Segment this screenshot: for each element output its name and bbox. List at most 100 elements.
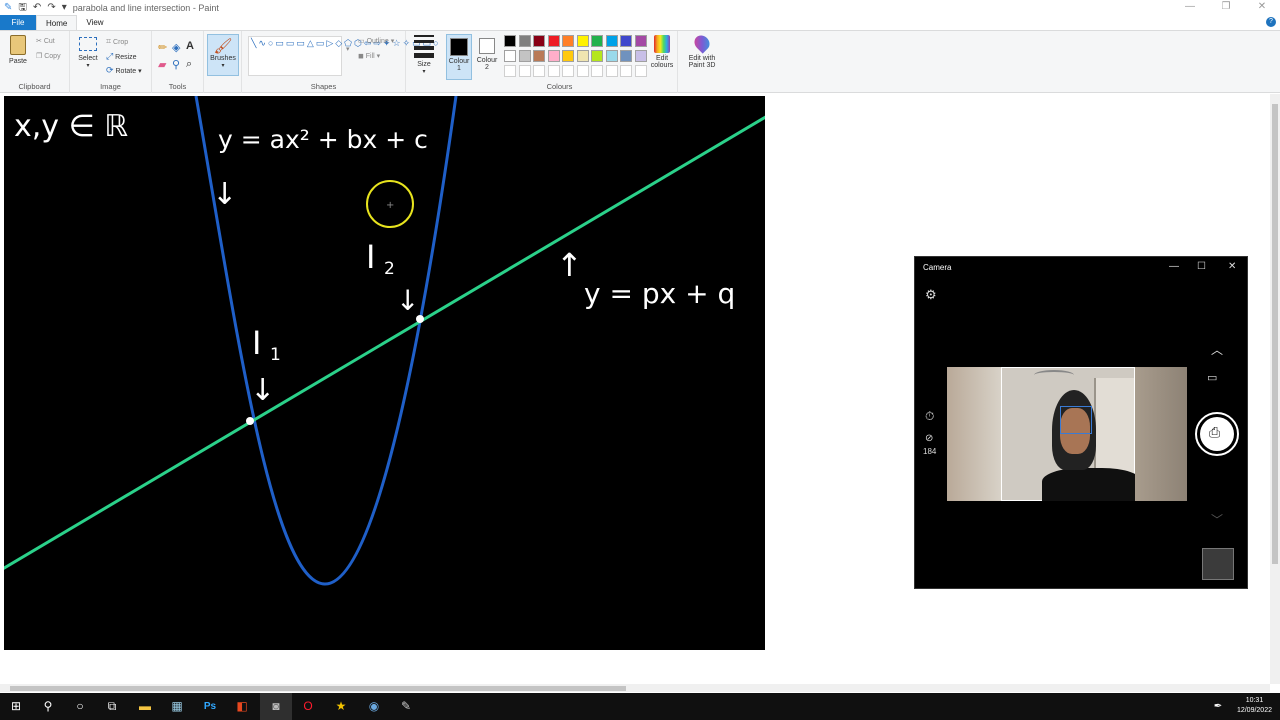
- save-icon[interactable]: 🖫: [18, 0, 27, 16]
- magnifier-icon[interactable]: ⌕: [186, 58, 192, 71]
- undo-icon[interactable]: ↶: [33, 0, 41, 16]
- colour-swatch[interactable]: [605, 35, 618, 47]
- tab-view[interactable]: View: [77, 15, 112, 30]
- timer-icon[interactable]: ⏱: [925, 409, 934, 424]
- label-i1-subscript: 1: [270, 345, 281, 365]
- colour-swatch[interactable]: [562, 50, 574, 62]
- minimize-button[interactable]: —: [1172, 0, 1208, 16]
- copy-button[interactable]: ❐ Copy: [36, 52, 61, 60]
- vertical-scroll-thumb[interactable]: [1272, 104, 1278, 564]
- paste-button[interactable]: Paste: [6, 35, 30, 65]
- edit-with-paint3d-button[interactable]: Edit with Paint 3D: [682, 32, 722, 69]
- preview-right-wall: [1135, 367, 1187, 501]
- tab-home[interactable]: Home: [36, 15, 78, 30]
- opera-icon[interactable]: O: [292, 693, 324, 720]
- colour-swatch[interactable]: [504, 50, 516, 62]
- shapes-gallery[interactable]: ╲∿○▭▭▭△▭▷◇⬠⬡⇦⇨✦☆✧▭▭○: [248, 36, 439, 76]
- colour-swatch[interactable]: [620, 50, 632, 62]
- parabola-curve: [194, 96, 458, 586]
- colour-swatch[interactable]: [591, 50, 603, 62]
- chevron-up-icon[interactable]: ︿: [1211, 341, 1223, 358]
- colour-swatch[interactable]: [504, 35, 516, 47]
- cursor-crosshair: +: [386, 200, 394, 211]
- camera-maximize-button[interactable]: ☐: [1197, 261, 1206, 272]
- crop-button[interactable]: ⌗ Crop: [106, 36, 128, 47]
- paint-taskbar-icon[interactable]: ✎: [390, 693, 422, 720]
- camera-close-button[interactable]: ✕: [1228, 261, 1236, 272]
- custom-colour-slot[interactable]: [576, 65, 589, 77]
- take-photo-button[interactable]: ⎙: [1195, 412, 1239, 456]
- maximize-button[interactable]: ❐: [1208, 0, 1244, 16]
- colour1-button[interactable]: Colour 1: [446, 34, 472, 80]
- custom-colour-slot[interactable]: [518, 65, 531, 77]
- colour-swatch[interactable]: [591, 35, 603, 47]
- bookmark-star-icon[interactable]: ★: [325, 693, 357, 720]
- custom-colour-slot[interactable]: [605, 65, 618, 77]
- fill-button[interactable]: ◼ Fill ▾: [358, 52, 380, 60]
- camera-app-icon[interactable]: ◙: [260, 693, 292, 720]
- colour-swatch[interactable]: [547, 35, 560, 47]
- brushes-button[interactable]: 🖌 Brushes ▾: [207, 34, 239, 76]
- colour-swatch[interactable]: [576, 50, 589, 62]
- text-tool-icon[interactable]: A: [186, 40, 194, 52]
- select-button[interactable]: Select ▾: [74, 37, 102, 69]
- colour-swatch[interactable]: [620, 35, 632, 47]
- custom-colour-slot[interactable]: [634, 65, 647, 77]
- tab-file[interactable]: File: [0, 15, 36, 30]
- colour2-button[interactable]: Colour 2: [474, 34, 500, 80]
- task-view-icon[interactable]: ⧉: [96, 693, 128, 720]
- custom-colour-slot[interactable]: [620, 65, 632, 77]
- last-photo-thumbnail[interactable]: [1202, 548, 1234, 580]
- colour-swatch[interactable]: [533, 35, 545, 47]
- colour-swatch[interactable]: [576, 35, 589, 47]
- outline-icon: ▭: [358, 38, 365, 45]
- colour-swatch[interactable]: [533, 50, 545, 62]
- rotate-button[interactable]: ⟳ Rotate ▾: [106, 65, 142, 76]
- chevron-down-icon[interactable]: ﹀: [1211, 511, 1223, 528]
- windows-start-icon[interactable]: ⊞: [0, 693, 32, 720]
- shapes-scroll[interactable]: ▾: [346, 45, 350, 53]
- media-player-icon[interactable]: ◉: [358, 693, 390, 720]
- colour-swatch[interactable]: [518, 50, 531, 62]
- colour-swatch[interactable]: [634, 35, 647, 47]
- size-button[interactable]: Size ▾: [410, 35, 438, 75]
- video-mode-icon[interactable]: ▭: [1207, 371, 1217, 384]
- fill-bucket-icon[interactable]: ◈: [172, 41, 180, 54]
- close-button[interactable]: ✕: [1244, 0, 1280, 16]
- eraser-icon[interactable]: ▰: [158, 58, 166, 71]
- gear-icon[interactable]: ⚙: [925, 287, 937, 303]
- camera-minimize-button[interactable]: —: [1169, 261, 1179, 272]
- office-icon[interactable]: ◧: [226, 693, 258, 720]
- colour-swatch[interactable]: [547, 50, 560, 62]
- pencil-icon[interactable]: ✏: [158, 41, 167, 54]
- outline-button[interactable]: ▭ Outline ▾: [358, 37, 394, 45]
- color-picker-icon[interactable]: ⚲: [172, 58, 180, 71]
- photoshop-icon[interactable]: Ps: [194, 693, 226, 720]
- line-arrow: ↑: [556, 246, 583, 284]
- custom-colour-slot[interactable]: [591, 65, 603, 77]
- cut-button[interactable]: ✂ Cut: [36, 37, 55, 45]
- edit-colours-button[interactable]: Edit colours: [648, 35, 676, 69]
- pen-workspace-icon[interactable]: ✒: [1206, 693, 1230, 720]
- custom-colour-slot[interactable]: [533, 65, 545, 77]
- system-clock[interactable]: 10:31 12/09/2022: [1237, 696, 1272, 716]
- customize-toolbar-icon[interactable]: ▾: [62, 0, 67, 16]
- colour-swatch[interactable]: [562, 35, 574, 47]
- colour-swatch[interactable]: [634, 50, 647, 62]
- horizontal-scroll-thumb[interactable]: [10, 686, 626, 691]
- horizontal-scrollbar[interactable]: [0, 684, 1270, 692]
- custom-colour-slot[interactable]: [547, 65, 560, 77]
- calculator-icon[interactable]: ▦: [161, 693, 193, 720]
- help-icon[interactable]: ?: [1266, 17, 1276, 27]
- custom-colour-slot[interactable]: [504, 65, 516, 77]
- custom-colour-slot[interactable]: [562, 65, 574, 77]
- drawing-canvas[interactable]: + x,y ∈ ℝ y = ax² + bx + c ↓ I 2 ↓ I 1 ↓…: [4, 96, 765, 650]
- resize-button[interactable]: ⤢ Resize: [106, 51, 137, 62]
- redo-icon[interactable]: ↷: [47, 0, 55, 16]
- colour-swatch[interactable]: [605, 50, 618, 62]
- vertical-scrollbar[interactable]: [1270, 94, 1280, 684]
- search-icon[interactable]: ⚲: [32, 693, 64, 720]
- colour-swatch[interactable]: [518, 35, 531, 47]
- cortana-icon[interactable]: ○: [64, 693, 96, 720]
- file-explorer-icon[interactable]: ▬: [129, 693, 161, 720]
